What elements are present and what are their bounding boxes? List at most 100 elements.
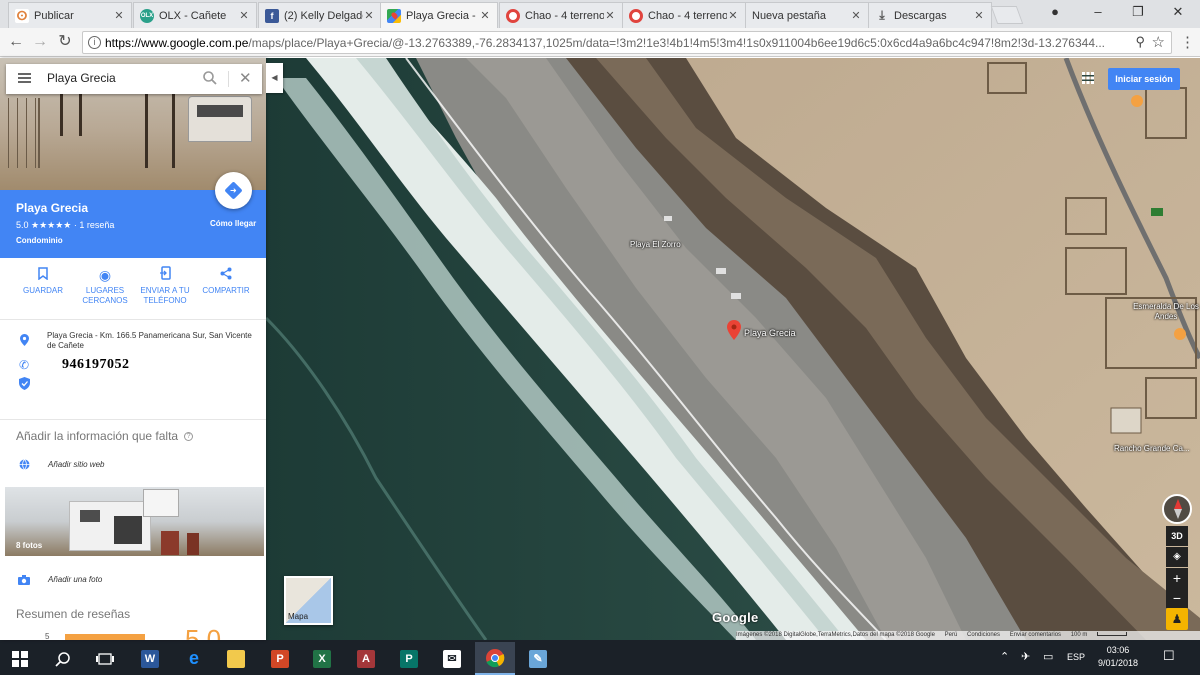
nearby-button[interactable]: ◉ LUGARES CERCANOS	[74, 266, 136, 306]
tab-facebook[interactable]: f (2) Kelly Delgado ✕	[258, 2, 382, 28]
taskbar-powerpoint[interactable]: P	[260, 642, 300, 675]
zoom-out-button[interactable]: −	[1166, 588, 1188, 608]
search-input[interactable]: Playa Grecia	[47, 71, 116, 85]
collapse-panel-button[interactable]: ◀	[266, 63, 283, 93]
terms-link[interactable]: Condiciones	[967, 632, 1000, 638]
tab-close-icon[interactable]: ✕	[479, 9, 491, 22]
tab-chao-2[interactable]: Chao - 4 terrenos ✕	[622, 2, 746, 28]
show-hidden-icons-icon[interactable]: ⌃	[1000, 650, 1009, 663]
restore-icon[interactable]: ❐	[1123, 4, 1153, 20]
tab-close-icon[interactable]: ✕	[850, 9, 862, 22]
browser-menu-icon[interactable]: ⋮	[1180, 33, 1195, 51]
help-icon[interactable]: ?	[184, 432, 194, 442]
back-icon[interactable]: ←	[6, 33, 26, 53]
tab-close-icon[interactable]: ✕	[113, 9, 125, 22]
search-taskbar-button[interactable]	[43, 642, 83, 675]
menu-icon[interactable]	[18, 73, 31, 83]
reload-icon[interactable]: ↻	[55, 33, 75, 53]
clear-search-icon[interactable]: ✕	[239, 69, 252, 87]
scale-bar	[1097, 632, 1128, 637]
tab-close-icon[interactable]: ✕	[363, 9, 375, 22]
map-label-playa-el-zorro[interactable]: Playa El Zorro	[630, 240, 681, 249]
tilt-3d-button[interactable]: 3D	[1166, 526, 1188, 546]
minimize-icon[interactable]: –	[1083, 4, 1113, 19]
taskbar-publisher[interactable]: P	[389, 642, 429, 675]
tab-google-maps[interactable]: Playa Grecia - Google Maps ✕	[380, 2, 498, 28]
tab-close-icon[interactable]: ✕	[727, 9, 739, 22]
forward-icon[interactable]: →	[30, 33, 50, 53]
new-tab-button[interactable]	[990, 6, 1024, 24]
taskbar-chrome[interactable]	[475, 642, 515, 675]
share-icon	[195, 266, 257, 286]
place-phone[interactable]: 946197052	[62, 357, 130, 373]
search-icon[interactable]	[202, 70, 218, 86]
add-website-link[interactable]: Añadir sitio web	[48, 460, 104, 469]
review-bar-5[interactable]	[65, 634, 145, 640]
zoom-icon[interactable]: ⚲	[1135, 34, 1145, 50]
map-label-playa-grecia[interactable]: Playa Grecia	[744, 328, 796, 338]
download-favicon-icon: ⤓	[879, 8, 885, 22]
taskbar-paint[interactable]: ✎	[518, 642, 558, 675]
taskbar-excel[interactable]: X	[302, 642, 342, 675]
url-text[interactable]: https://www.google.com.pe/maps/place/Pla…	[105, 36, 1125, 50]
zoom-in-button[interactable]: +	[1166, 568, 1188, 588]
map-label-esmeralda[interactable]: Esmeralda De Los Andes	[1132, 302, 1200, 322]
paint-icon: ✎	[529, 649, 547, 668]
phone-icon: ✆	[18, 358, 30, 372]
share-button[interactable]: COMPARTIR	[195, 266, 257, 296]
taskbar-mail[interactable]: ✉	[432, 642, 472, 675]
feedback-link[interactable]: Enviar comentarios	[1010, 632, 1061, 638]
place-rating[interactable]: 5.0 ★★★★★ · 1 reseña	[16, 220, 114, 231]
start-button[interactable]	[0, 642, 40, 675]
taskbar-access[interactable]: A	[346, 642, 386, 675]
taskbar-word[interactable]: W	[130, 642, 170, 675]
add-photo-link[interactable]: Añadir una foto	[48, 575, 102, 584]
search-box[interactable]: Playa Grecia ✕	[6, 64, 262, 94]
pegman-icon[interactable]: ♟	[1166, 608, 1188, 630]
directions-label[interactable]: Cómo llegar	[210, 219, 256, 228]
tab-close-icon[interactable]: ✕	[604, 9, 616, 22]
system-clock[interactable]: 03:06 9/01/2018	[1096, 644, 1140, 670]
tab-chao-1[interactable]: Chao - 4 terrenos ✕	[499, 2, 623, 28]
taskbar-file-explorer[interactable]	[216, 642, 256, 675]
place-category[interactable]: Condominio	[16, 236, 63, 245]
signin-button[interactable]: Iniciar sesión	[1108, 68, 1180, 90]
battery-icon[interactable]: ▭	[1043, 650, 1053, 663]
profile-icon[interactable]: ●	[1040, 4, 1070, 19]
tab-close-icon[interactable]: ✕	[238, 9, 250, 22]
window-close-icon[interactable]: ✕	[1163, 4, 1193, 20]
bookmark-star-icon[interactable]: ☆	[1152, 33, 1165, 51]
taskbar-edge[interactable]: e	[174, 642, 214, 675]
tab-new-tab[interactable]: Nueva pestaña ✕	[745, 2, 869, 28]
save-button[interactable]: GUARDAR	[12, 266, 74, 296]
photos-thumbnail[interactable]: 8 fotos	[5, 487, 264, 556]
map-label-rancho-grande[interactable]: Rancho Grande Ca...	[1114, 444, 1190, 453]
edge-icon: e	[188, 648, 199, 668]
tab-publicar[interactable]: ⵙ Publicar ✕	[8, 2, 132, 28]
map-layer-toggle[interactable]: Mapa	[284, 576, 333, 625]
attribution-country[interactable]: Perú	[945, 632, 958, 638]
google-logo: Google	[712, 610, 759, 625]
tab-downloads[interactable]: ⤓ Descargas ✕	[868, 2, 992, 28]
directions-button[interactable]: ➜	[215, 172, 252, 209]
input-language[interactable]: ESP	[1067, 652, 1085, 662]
satellite-map[interactable]: Playa El Zorro Playa Grecia Esmeralda De…	[266, 58, 1200, 640]
task-view-button[interactable]	[85, 642, 125, 675]
apps-grid-icon[interactable]	[1082, 72, 1094, 84]
google-maps-favicon-icon	[387, 8, 401, 23]
location-pin-icon[interactable]	[727, 320, 741, 340]
notifications-icon[interactable]: ☐	[1163, 648, 1175, 664]
map-scale[interactable]: 100 m	[1071, 632, 1135, 638]
tab-close-icon[interactable]: ✕	[973, 9, 985, 22]
opera-favicon-icon	[506, 8, 520, 23]
tab-olx[interactable]: OLX OLX - Cañete ✕	[133, 2, 257, 28]
send-to-phone-icon	[134, 266, 196, 286]
access-icon: A	[357, 649, 375, 668]
send-to-phone-button[interactable]: ENVIAR A TU TELÉFONO	[134, 266, 196, 306]
compass-icon[interactable]	[1162, 494, 1192, 524]
place-address[interactable]: Playa Grecia - Km. 166.5 Panamericana Su…	[47, 331, 252, 351]
my-location-icon[interactable]: ◈	[1166, 547, 1188, 567]
airplane-mode-icon[interactable]: ✈	[1021, 650, 1030, 663]
site-info-icon[interactable]: i	[88, 36, 101, 49]
address-bar[interactable]: i https://www.google.com.pe/maps/place/P…	[82, 31, 1172, 54]
